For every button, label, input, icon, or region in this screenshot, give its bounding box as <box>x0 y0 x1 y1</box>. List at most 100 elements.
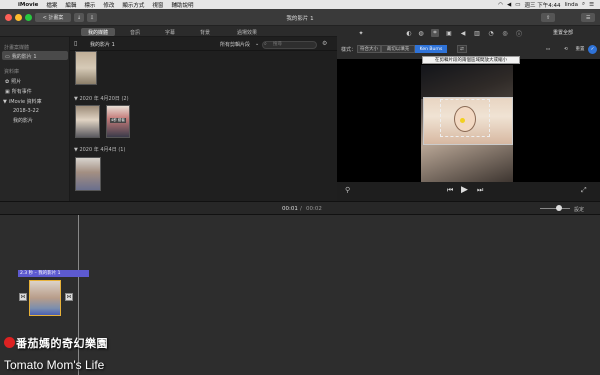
stabilization-icon[interactable]: ▣ <box>445 29 453 37</box>
timeline-clip[interactable] <box>29 280 61 316</box>
tab-my-media[interactable]: 我的媒體 <box>81 28 115 36</box>
menu-modify[interactable]: 修改 <box>99 1 118 9</box>
color-correction-icon[interactable]: ◍ <box>417 29 425 37</box>
libraries-header: 資料庫 <box>4 69 20 75</box>
playhead[interactable] <box>78 215 79 375</box>
skip-forward-icon[interactable]: ⏭ <box>477 186 483 195</box>
loop-icon[interactable]: ⟲ <box>559 45 573 53</box>
crop-preview-icon[interactable]: ▭ <box>541 45 555 53</box>
sidebar-item-label: 2018-3-22 <box>13 108 39 114</box>
search-input[interactable]: 搜尋 <box>262 41 317 49</box>
ken-burns-tooltip: 在剪輯片段的兩個區域間放大或縮小 <box>422 56 520 64</box>
menu-help[interactable]: 輔助說明 <box>167 1 197 9</box>
sidebar-item-my-movie[interactable]: 我的影片 <box>13 117 33 124</box>
browser-title: 我的影片 1 <box>90 42 115 48</box>
volume-icon[interactable]: ◀ <box>459 29 467 37</box>
chevron-down-icon[interactable]: ⌄ <box>255 41 259 47</box>
reset-all-button[interactable]: 重置全部 <box>553 29 573 36</box>
zoom-slider-knob[interactable] <box>556 205 562 211</box>
video-viewer[interactable] <box>337 59 600 182</box>
sidebar-item-all-events[interactable]: ▣ 所有事件 <box>5 88 32 96</box>
microphone-icon[interactable]: ⚲ <box>345 186 350 194</box>
menubar-clock[interactable]: 週三 下午4:44 <box>524 1 560 9</box>
timeline[interactable] <box>0 215 600 375</box>
menu-file[interactable]: 檔案 <box>42 1 61 9</box>
window-title: 我的影片 1 <box>286 16 314 22</box>
swap-icon[interactable]: ⇄ <box>457 45 467 53</box>
tab-audio[interactable]: 音訊 <box>118 28 152 36</box>
sidebar-item-label: 所有事件 <box>11 89 32 95</box>
sidebar-item-label: 我的影片 1 <box>11 54 37 60</box>
color-balance-icon[interactable]: ◐ <box>405 29 413 37</box>
date-group-header[interactable]: ▼ 2020 年 4月4日 (1) <box>74 146 125 153</box>
clip-thumbnail[interactable]: 4秒 繪者 <box>106 105 130 138</box>
clip-frame <box>30 281 60 315</box>
sidebar-item-label: iMovie 資料庫 <box>8 99 42 105</box>
dim-overlay <box>421 65 513 99</box>
adjust-toolbar: ✦ ◐ ◍ ⌗ ▣ ◀ ▥ ◔ ◎ ⓘ 重置全部 <box>337 26 600 39</box>
start-crop-frame[interactable] <box>440 99 490 137</box>
browser-tabs: 我的媒體 音訊 字幕 背景 過場效果 <box>0 26 337 37</box>
ken-burns-button[interactable]: Ken Burns <box>415 45 447 53</box>
menu-view[interactable]: 顯示方式 <box>118 1 148 9</box>
transition-icon[interactable]: ⋈ <box>19 293 27 301</box>
noise-reduction-icon[interactable]: ▥ <box>473 29 481 37</box>
crop-to-fill-button[interactable]: 裁切以填充 <box>381 45 415 53</box>
battery-icon[interactable]: ▭ <box>515 2 520 8</box>
clip-filter-icon[interactable]: ◎ <box>501 29 509 37</box>
watermark-title: 番茄媽的奇幻樂園 <box>16 337 108 350</box>
tab-transitions[interactable]: 過場效果 <box>225 28 269 36</box>
magic-wand-icon[interactable]: ✦ <box>357 29 365 37</box>
current-time: 00:01 <box>282 206 298 212</box>
film-icon: ▭ <box>5 53 10 60</box>
clip-thumbnail[interactable] <box>75 51 97 85</box>
sidebar-item-project[interactable]: ▭ 我的影片 1 <box>5 53 37 61</box>
menu-edit[interactable]: 編輯 <box>61 1 80 9</box>
wifi-icon[interactable]: ◠ <box>498 2 503 8</box>
info-icon[interactable]: ⓘ <box>515 29 523 38</box>
crop-style-label: 樣式： <box>341 47 357 53</box>
notification-center-icon[interactable]: ☰ <box>589 2 594 8</box>
sidebar-item-label: 我的影片 <box>13 118 34 124</box>
spotlight-icon[interactable]: ⌕ <box>582 1 585 8</box>
sidebar-item-imovie-library[interactable]: ▼ iMovie 資料庫 <box>3 98 42 106</box>
watermark-subtitle: Tomato Mom's Life <box>4 358 105 372</box>
sidebar-item-event-2018[interactable]: 2018-3-22 <box>13 108 39 114</box>
disclosure-triangle-icon[interactable]: ▼ <box>3 99 7 105</box>
library-sidebar: 計畫案媒體 ▭ 我的影片 1 資料庫 ✿ 照片 ▣ 所有事件 ▼ iMovie … <box>0 37 70 201</box>
crop-icon[interactable]: ⌗ <box>431 29 439 37</box>
clip-thumbnail[interactable] <box>75 157 101 191</box>
play-icon[interactable]: ▶ <box>461 185 468 195</box>
share-button-icon[interactable]: ⇪ <box>541 13 556 22</box>
skip-back-icon[interactable]: ⏮ <box>447 186 453 195</box>
zoom-slider[interactable] <box>540 208 570 209</box>
menu-bar: iMovie 檔案 編輯 標示 修改 顯示方式 視窗 輔助說明 ◠ ◀ ▭ 週三… <box>0 0 600 9</box>
clip-duration-badge: 4秒 繪者 <box>110 118 126 123</box>
playback-controls: ⚲ ⏮ ▶ ⏭ ⤢ <box>337 182 600 201</box>
date-group-header[interactable]: ▼ 2020 年 4月20日 (2) <box>74 95 129 102</box>
apply-checkmark-icon[interactable]: ✓ <box>588 45 597 54</box>
settings-gear-icon[interactable]: ⚙ <box>322 40 327 47</box>
fit-button[interactable]: 符合大小 <box>357 45 381 53</box>
menu-imovie[interactable]: iMovie <box>14 2 42 8</box>
menu-window[interactable]: 視窗 <box>148 1 167 9</box>
volume-icon[interactable]: ◀ <box>507 2 511 8</box>
tab-backgrounds[interactable]: 背景 <box>188 28 222 36</box>
menubar-user[interactable]: linda <box>565 2 578 8</box>
imovie-window: iMovie 檔案 編輯 標示 修改 顯示方式 視窗 輔助說明 ◠ ◀ ▭ 週三… <box>0 0 600 375</box>
timeline-settings-button[interactable]: 設定 <box>574 206 584 213</box>
menu-mark[interactable]: 標示 <box>80 1 99 9</box>
photos-icon: ✿ <box>5 78 10 85</box>
sidebar-item-photos[interactable]: ✿ 照片 <box>5 78 21 86</box>
transition-icon[interactable]: ⋈ <box>65 293 73 301</box>
reset-button[interactable]: 重置 <box>573 45 587 53</box>
clip-filter-select[interactable]: 所有剪輯片段 <box>220 41 250 48</box>
clip-title-bar[interactable]: 2.3 秒 – 我的影片 1 <box>18 270 89 277</box>
speed-icon[interactable]: ◔ <box>487 29 495 37</box>
sidebar-toggle-icon[interactable]: ▯ <box>74 40 77 47</box>
tomato-logo-icon <box>4 337 15 348</box>
clip-thumbnail[interactable] <box>75 105 100 138</box>
fullscreen-icon[interactable]: ☰ <box>581 13 596 22</box>
tab-titles[interactable]: 字幕 <box>153 28 187 36</box>
fullscreen-expand-icon[interactable]: ⤢ <box>581 186 587 195</box>
